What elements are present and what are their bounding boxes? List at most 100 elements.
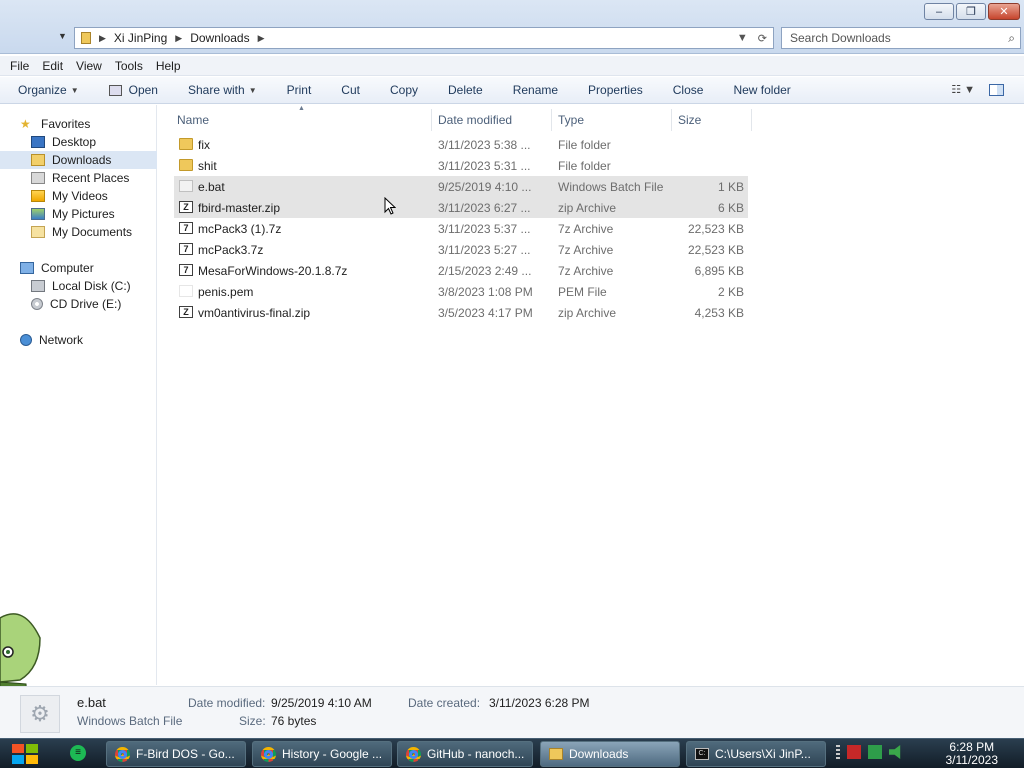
- menu-edit[interactable]: Edit: [42, 59, 63, 73]
- file-row[interactable]: 7 MesaForWindows-20.1.8.7z 2/15/2023 2:4…: [174, 260, 748, 281]
- details-size-label: Size:: [239, 714, 266, 728]
- sidebar-item-computer[interactable]: Computer: [0, 259, 157, 277]
- column-header-date-modified[interactable]: Date modified: [432, 109, 552, 131]
- desktop-icon: [31, 136, 45, 148]
- address-bar[interactable]: ▶ Xi JinPing ▶ Downloads ▶ ▼ ⟳: [74, 27, 774, 49]
- taskbar-item-fbird[interactable]: F-Bird DOS - Go...: [106, 741, 246, 767]
- menu-tools[interactable]: Tools: [115, 59, 143, 73]
- start-button[interactable]: [8, 741, 42, 767]
- file-row[interactable]: Z vm0antivirus-final.zip 3/5/2023 4:17 P…: [174, 302, 748, 323]
- computer-icon: [20, 262, 34, 274]
- view-controls: ☷ ▼: [951, 83, 1004, 96]
- taskbar-item-cmd[interactable]: C: C:\Users\Xi JinP...: [686, 741, 826, 767]
- breadcrumb-chevron-icon[interactable]: ▶: [258, 33, 265, 44]
- copy-button[interactable]: Copy: [390, 83, 418, 97]
- hard-disk-icon: [31, 280, 45, 292]
- sidebar-label: CD Drive (E:): [50, 297, 122, 311]
- close-window-button[interactable]: ✕: [988, 3, 1020, 20]
- breadcrumb-downloads[interactable]: Downloads: [190, 31, 249, 45]
- sidebar-item-network[interactable]: Network: [0, 331, 157, 349]
- chrome-icon: [115, 746, 130, 762]
- search-input[interactable]: Search Downloads ⌕: [781, 27, 1021, 49]
- folder-icon: [549, 748, 563, 760]
- file-row[interactable]: penis.pem 3/8/2023 1:08 PM PEM File 2 KB: [174, 281, 748, 302]
- recent-locations-chevron-icon[interactable]: ▼: [58, 31, 67, 41]
- sidebar-item-recent-places[interactable]: Recent Places: [0, 169, 157, 187]
- column-header-type[interactable]: Type: [552, 109, 672, 131]
- cut-button[interactable]: Cut: [341, 83, 360, 97]
- file-row[interactable]: shit 3/11/2023 5:31 ... File folder: [174, 155, 748, 176]
- file-type: 7z Archive: [558, 263, 614, 278]
- task-label: GitHub - nanoch...: [427, 747, 525, 761]
- delete-button[interactable]: Delete: [448, 83, 483, 97]
- sidebar-item-my-videos[interactable]: My Videos: [0, 187, 157, 205]
- column-header-name[interactable]: Name: [174, 109, 432, 131]
- new-folder-button[interactable]: New folder: [733, 83, 790, 97]
- spotify-icon[interactable]: ≡: [70, 745, 86, 761]
- menu-file[interactable]: File: [10, 59, 29, 73]
- print-button[interactable]: Print: [287, 83, 312, 97]
- chrome-icon: [406, 746, 421, 762]
- taskbar-item-downloads[interactable]: Downloads: [540, 741, 680, 767]
- menu-help[interactable]: Help: [156, 59, 181, 73]
- sidebar-item-cd-drive[interactable]: CD Drive (E:): [0, 295, 157, 313]
- taskbar-item-github[interactable]: GitHub - nanoch...: [397, 741, 533, 767]
- windows-logo-icon: [12, 744, 24, 753]
- properties-button[interactable]: Properties: [588, 83, 643, 97]
- sidebar-label: My Documents: [52, 225, 133, 239]
- action-center-flag-icon[interactable]: [847, 745, 861, 759]
- menu-view[interactable]: View: [76, 59, 102, 73]
- sidebar-item-my-documents[interactable]: My Documents: [0, 223, 157, 241]
- refresh-icon[interactable]: ⟳: [758, 32, 767, 45]
- address-dropdown-icon[interactable]: ▼: [737, 32, 748, 45]
- sidebar-item-favorites[interactable]: ★ Favorites: [0, 115, 157, 133]
- close-button[interactable]: Close: [673, 83, 704, 97]
- taskbar-clock[interactable]: 6:28 PM 3/11/2023: [946, 741, 999, 767]
- breadcrumb-xi-jinping[interactable]: Xi JinPing: [114, 31, 167, 45]
- open-button[interactable]: Open: [108, 83, 158, 97]
- view-options-icon[interactable]: ☷ ▼: [951, 83, 975, 96]
- preview-pane-icon[interactable]: [989, 83, 1004, 96]
- sidebar-item-my-pictures[interactable]: My Pictures: [0, 205, 157, 223]
- details-date-created: 3/11/2023 6:28 PM: [489, 696, 590, 710]
- file-row-hover[interactable]: Z fbird-master.zip 3/11/2023 6:27 ... zi…: [174, 197, 748, 218]
- network-icon: [20, 334, 32, 346]
- rename-button[interactable]: Rename: [513, 83, 558, 97]
- share-with-button[interactable]: Share with ▼: [188, 83, 257, 97]
- window-controls: – ❐ ✕: [924, 3, 1020, 20]
- sidebar-item-desktop[interactable]: Desktop: [0, 133, 157, 151]
- file-row[interactable]: 7 mcPack3 (1).7z 3/11/2023 5:37 ... 7z A…: [174, 218, 748, 239]
- breadcrumb-chevron-icon[interactable]: ▶: [99, 33, 106, 44]
- volume-icon[interactable]: [889, 745, 901, 759]
- command-bar: Organize ▼ Open Share with ▼ Print Cut Cop…: [0, 77, 1024, 104]
- pictures-icon: [31, 208, 45, 220]
- search-placeholder: Search Downloads: [790, 31, 891, 45]
- taskbar-item-history[interactable]: History - Google ...: [252, 741, 392, 767]
- file-row[interactable]: 7 mcPack3.7z 3/11/2023 5:27 ... 7z Archi…: [174, 239, 748, 260]
- file-size: 22,523 KB: [687, 242, 744, 257]
- share-with-label: Share with: [187, 83, 245, 97]
- file-size: 6 KB: [717, 200, 744, 215]
- organize-button[interactable]: Organize ▼: [18, 83, 79, 97]
- search-icon[interactable]: ⌕: [1008, 31, 1015, 46]
- file-row[interactable]: fix 3/11/2023 5:38 ... File folder: [174, 134, 748, 155]
- favorites-group: ★ Favorites Desktop Downloads Recent Plac…: [0, 115, 157, 241]
- network-tray-icon[interactable]: [868, 745, 882, 759]
- taskbar: ≡ F-Bird DOS - Go... History - Google ..…: [0, 738, 1024, 768]
- maximize-button[interactable]: ❐: [956, 3, 986, 20]
- column-header-size[interactable]: Size: [672, 109, 752, 131]
- sidebar-item-downloads[interactable]: Downloads: [0, 151, 157, 169]
- minimize-button[interactable]: –: [924, 3, 954, 20]
- sidebar-label: My Pictures: [52, 207, 115, 221]
- file-type: zip Archive: [558, 200, 617, 215]
- tray-grip-icon[interactable]: [836, 745, 840, 759]
- details-date-modified: 9/25/2019 4:10 AM: [271, 696, 372, 710]
- breadcrumb-chevron-icon[interactable]: ▶: [175, 33, 182, 44]
- task-label: History - Google ...: [282, 747, 383, 761]
- folder-icon: [179, 138, 193, 150]
- file-size: 6,895 KB: [694, 263, 744, 278]
- archive-icon: Z: [179, 306, 193, 318]
- file-row-selected[interactable]: e.bat 9/25/2019 4:10 ... Windows Batch F…: [174, 176, 748, 197]
- sidebar-item-local-disk[interactable]: Local Disk (C:): [0, 277, 157, 295]
- star-icon: ★: [20, 117, 31, 131]
